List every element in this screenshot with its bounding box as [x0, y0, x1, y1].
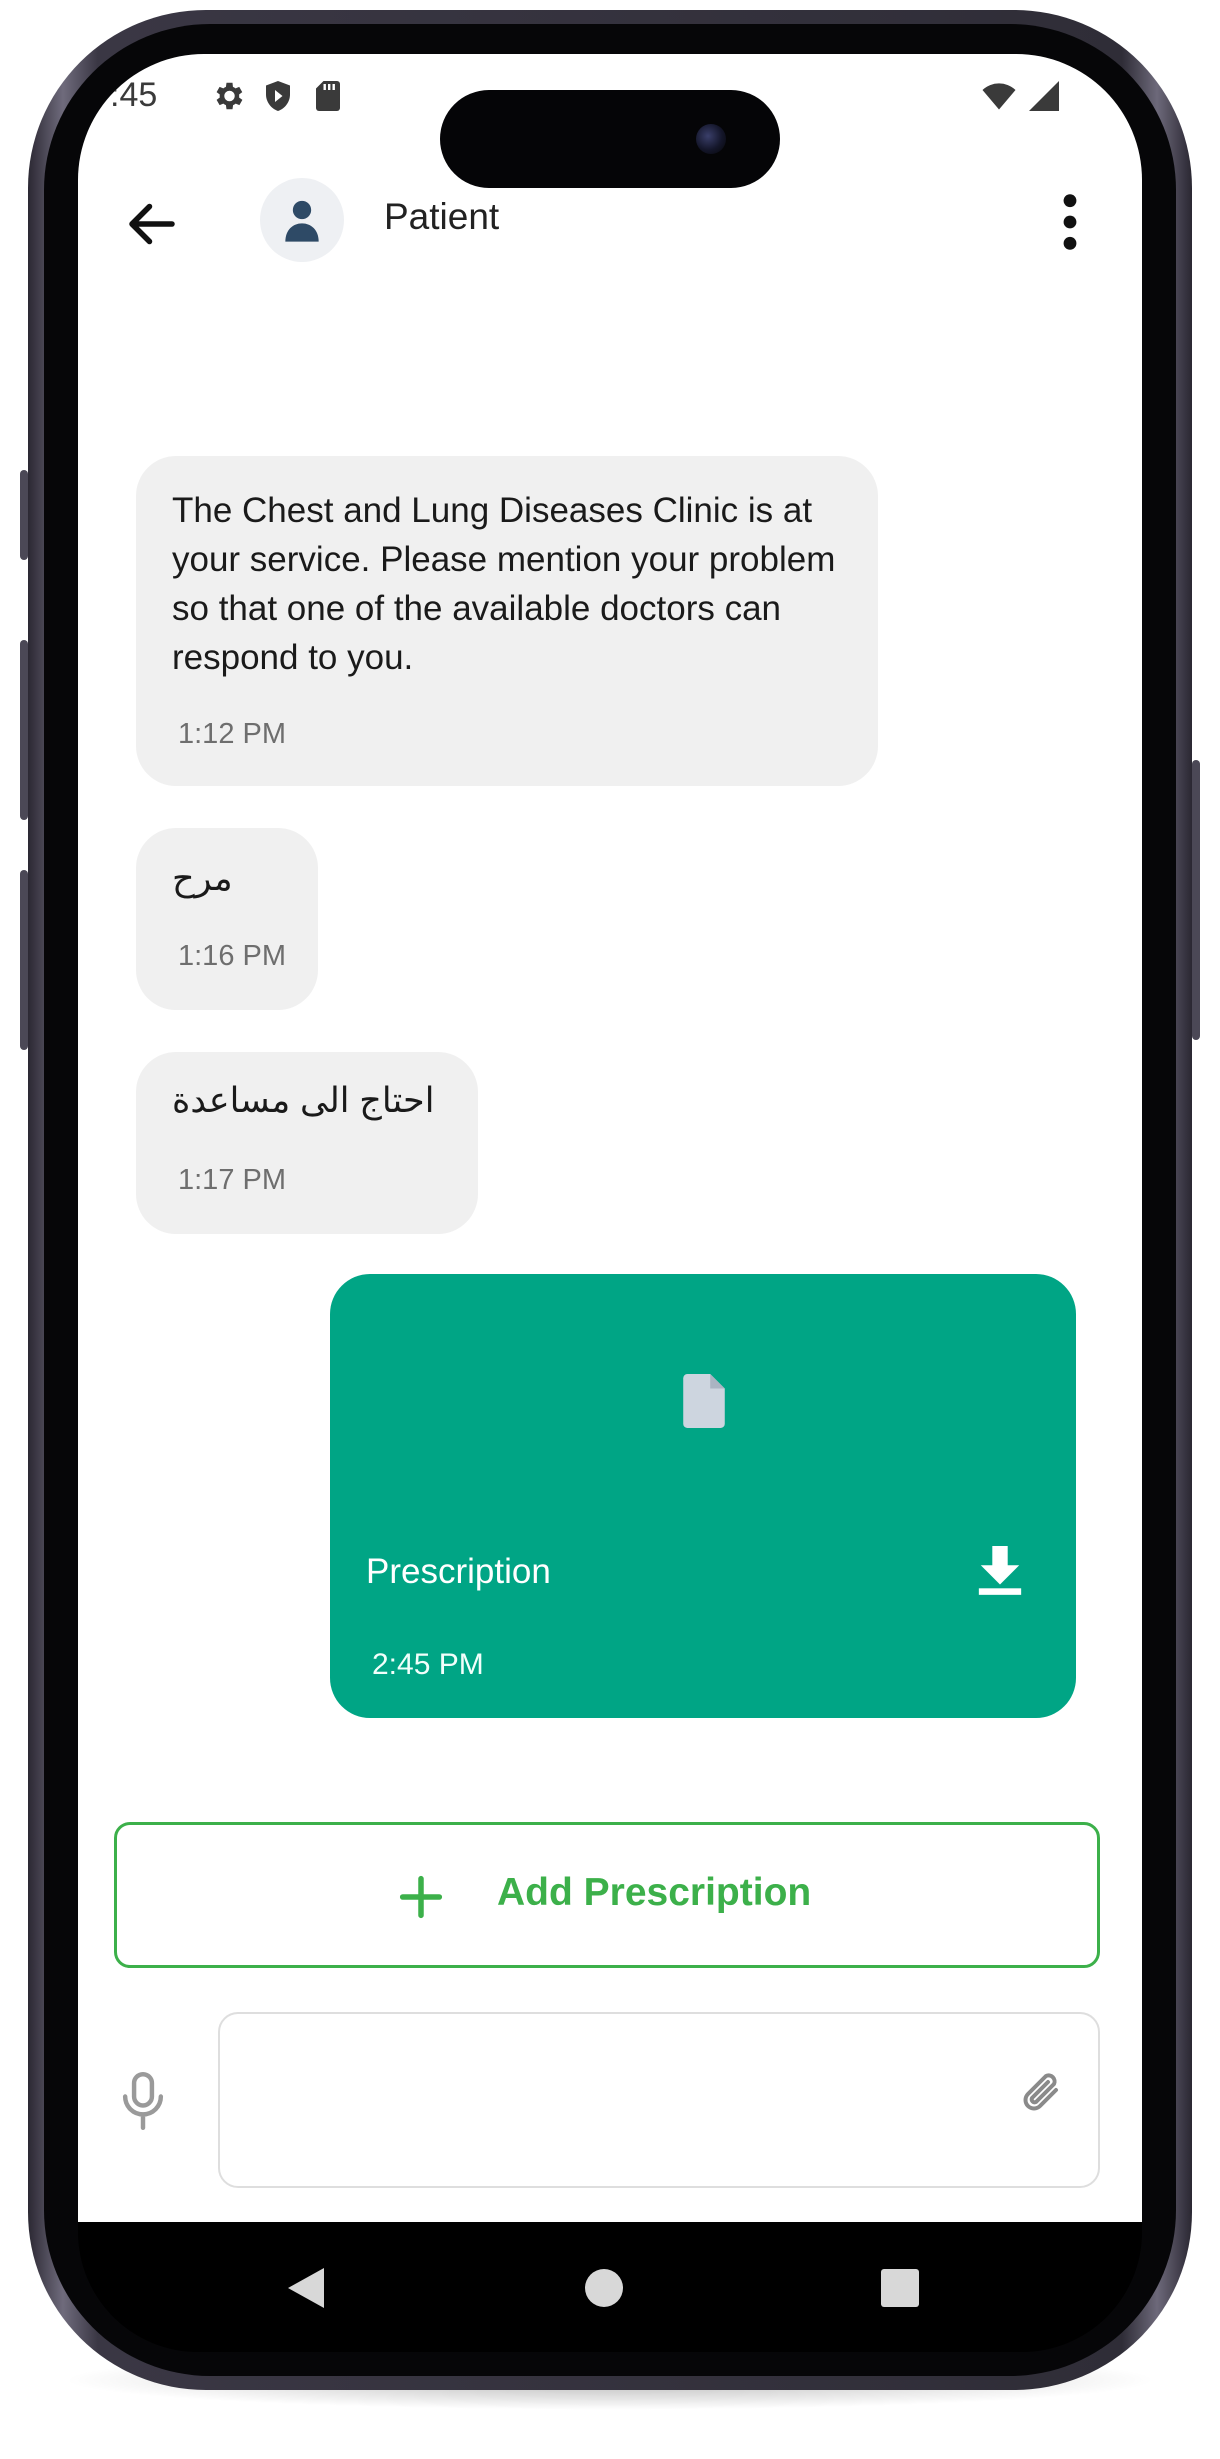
attachment-name: Prescription — [366, 1552, 551, 1591]
nav-back-icon[interactable] — [286, 2266, 326, 2310]
volume-up-button — [20, 640, 28, 820]
mic-icon[interactable] — [120, 2072, 166, 2130]
paperclip-icon[interactable] — [1020, 2066, 1068, 2122]
person-icon — [285, 200, 319, 242]
camera-island — [440, 90, 780, 188]
message-text: مرح — [172, 859, 233, 898]
add-prescription-label: Add Prescription — [497, 1871, 812, 1914]
wifi-icon — [982, 83, 1016, 110]
camera-lens — [696, 124, 726, 154]
sd-card-icon — [316, 81, 340, 111]
app-screen: :45 Patient The Chest and Lung Diseases … — [78, 54, 1142, 2222]
avatar[interactable] — [260, 178, 344, 262]
system-nav-bar — [78, 2222, 1142, 2352]
back-arrow-icon[interactable] — [122, 194, 182, 254]
plus-icon — [399, 1875, 443, 1919]
message-input[interactable] — [218, 2012, 1100, 2188]
shield-icon — [266, 81, 290, 111]
power-button — [1192, 760, 1200, 1040]
message-time: 1:16 PM — [178, 940, 286, 972]
message-text: The Chest and Lung Diseases Clinic is at… — [172, 491, 836, 677]
message-text: احتاج الى مساعدة — [172, 1081, 435, 1120]
status-time: :45 — [110, 76, 158, 114]
nav-recents-icon[interactable] — [880, 2268, 920, 2308]
message-time: 1:17 PM — [178, 1164, 286, 1196]
document-icon — [683, 1374, 725, 1428]
attachment-time: 2:45 PM — [372, 1648, 484, 1681]
download-icon[interactable] — [978, 1546, 1022, 1596]
signal-icon — [1029, 81, 1059, 111]
add-prescription-button[interactable]: Add Prescription — [114, 1822, 1100, 1968]
gear-icon — [216, 82, 243, 110]
message-bubble[interactable]: مرح 1:16 PM — [136, 828, 318, 1010]
message-bubble[interactable]: The Chest and Lung Diseases Clinic is at… — [136, 456, 878, 786]
page-title: Patient — [384, 196, 500, 237]
message-bubble[interactable]: احتاج الى مساعدة 1:17 PM — [136, 1052, 478, 1234]
more-vert-icon[interactable] — [1050, 190, 1090, 254]
nav-home-icon[interactable] — [584, 2268, 624, 2308]
attachment-card[interactable]: Prescription 2:45 PM — [330, 1274, 1076, 1718]
volume-down-button — [20, 870, 28, 1050]
message-time: 1:12 PM — [178, 718, 286, 750]
side-button — [20, 470, 28, 560]
